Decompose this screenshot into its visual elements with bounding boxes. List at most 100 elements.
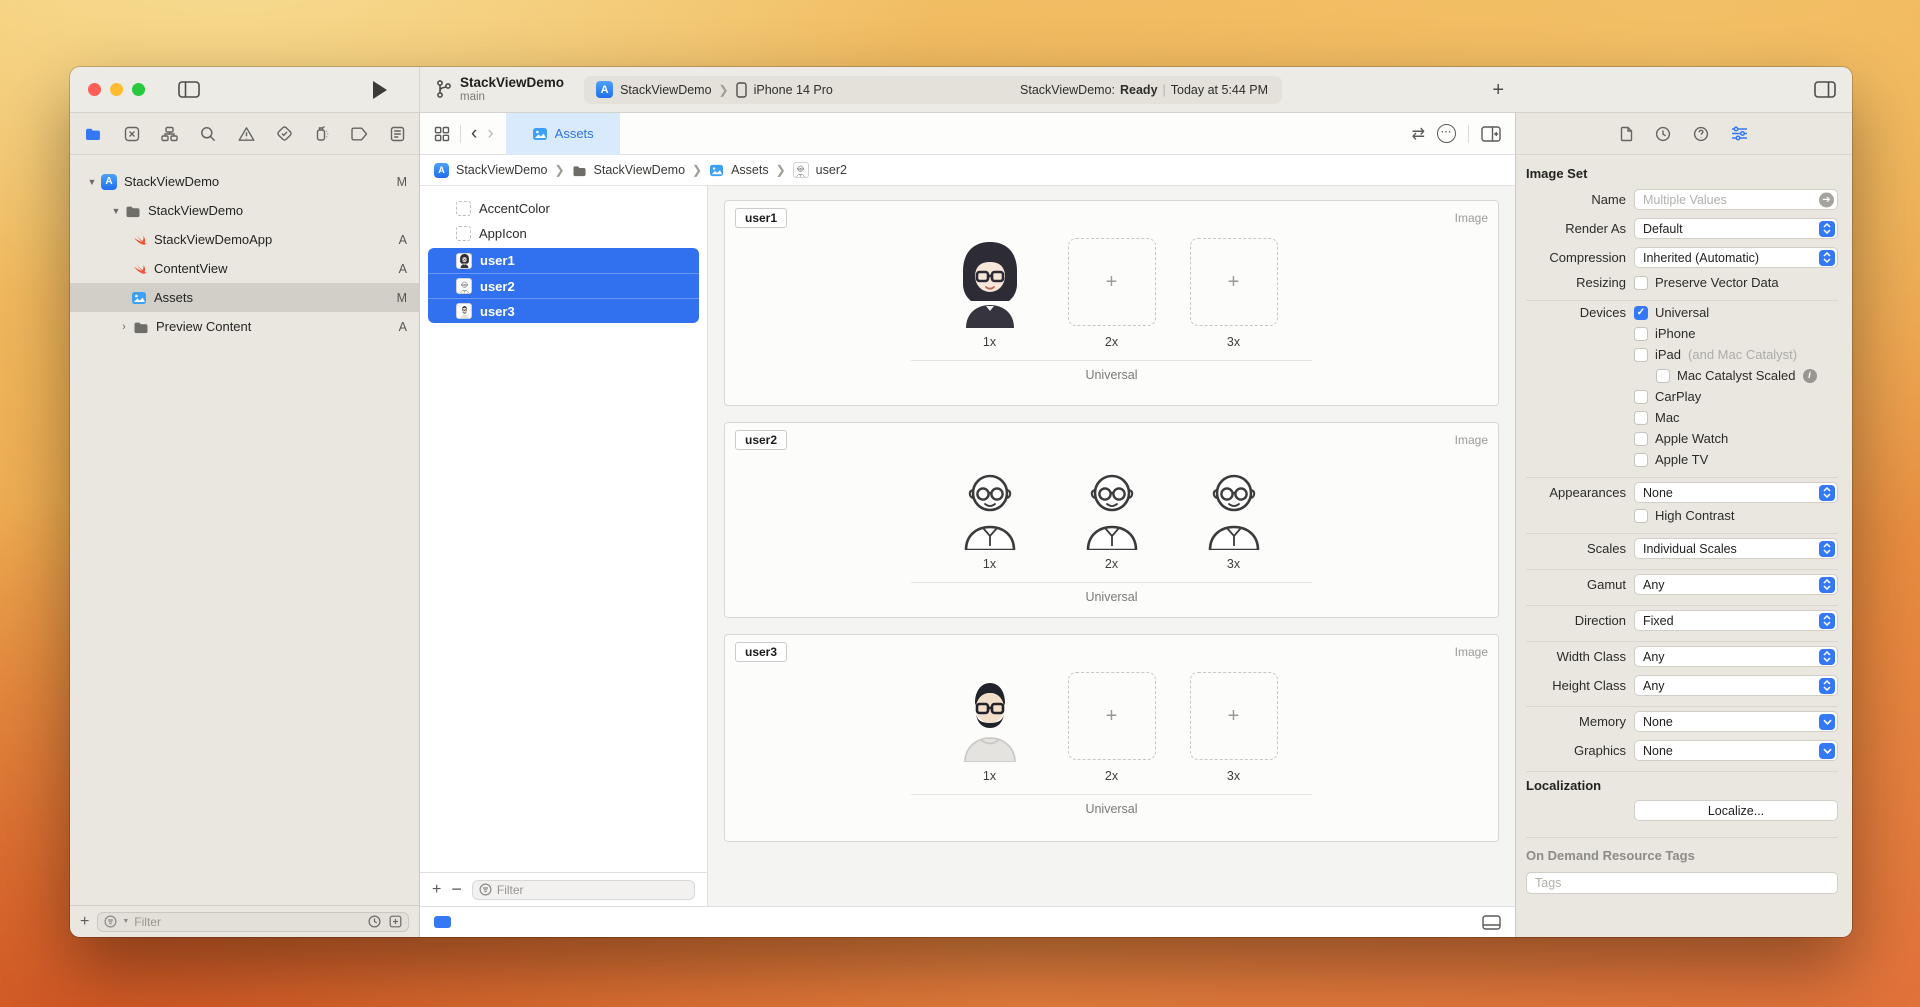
image-slot-1x[interactable] xyxy=(946,460,1034,548)
memory-popup[interactable]: None xyxy=(1634,711,1838,732)
high-contrast-checkbox[interactable] xyxy=(1634,509,1648,523)
add-asset-button[interactable]: + xyxy=(432,881,441,899)
close-window-button[interactable] xyxy=(88,83,101,96)
image-set-name[interactable]: user3 xyxy=(735,642,787,662)
recent-files-icon[interactable] xyxy=(368,915,381,928)
asset-filter-field[interactable] xyxy=(472,880,695,900)
name-input[interactable] xyxy=(1643,193,1815,207)
device-ipad-checkbox[interactable] xyxy=(1634,348,1648,362)
zoom-window-button[interactable] xyxy=(132,83,145,96)
asset-filter-input[interactable] xyxy=(497,883,688,897)
compression-popup[interactable]: Inherited (Automatic) xyxy=(1634,247,1838,268)
navigator-filter-field[interactable]: ▼ xyxy=(97,912,409,932)
source-control-status-icon[interactable] xyxy=(389,915,402,928)
scheme-device[interactable]: iPhone 14 Pro xyxy=(754,83,833,97)
device-mac-checkbox[interactable] xyxy=(1634,411,1648,425)
image-set-card-user2[interactable]: user2 Image 1x 2x 3x xyxy=(724,422,1499,618)
attributes-inspector-icon[interactable] xyxy=(1731,126,1748,141)
preserve-vector-checkbox[interactable] xyxy=(1634,276,1648,290)
go-forward-button[interactable]: › xyxy=(487,124,493,143)
breakpoint-navigator-icon[interactable] xyxy=(350,127,368,141)
device-carplay-checkbox[interactable] xyxy=(1634,390,1648,404)
symbol-navigator-icon[interactable] xyxy=(161,126,178,142)
debug-navigator-icon[interactable] xyxy=(315,125,329,142)
tree-row-folder[interactable]: ▼ StackViewDemo xyxy=(70,196,419,225)
library-add-button[interactable]: + xyxy=(1492,80,1504,100)
selected-asset-chip-icon[interactable] xyxy=(434,916,451,928)
remove-asset-button[interactable]: − xyxy=(451,879,462,900)
image-slot-3x-empty[interactable]: + xyxy=(1190,238,1278,326)
appearances-popup[interactable]: None xyxy=(1634,482,1838,503)
image-slot-2x-empty[interactable]: + xyxy=(1068,238,1156,326)
odr-tags-input[interactable] xyxy=(1535,876,1829,890)
asset-item-user2[interactable]: user2 xyxy=(428,273,699,298)
image-slot-2x[interactable] xyxy=(1068,460,1156,548)
device-apple-watch-checkbox[interactable] xyxy=(1634,432,1648,446)
activity-status[interactable]: StackViewDemo: Ready | Today at 5:44 PM xyxy=(1020,83,1282,97)
related-items-icon[interactable] xyxy=(434,126,450,142)
navigator-toggle-icon[interactable] xyxy=(178,81,200,98)
file-inspector-icon[interactable] xyxy=(1620,126,1633,142)
navigator-filter-input[interactable] xyxy=(134,915,363,929)
scheme-project-block[interactable]: StackViewDemo main xyxy=(436,75,564,104)
tab-assets[interactable]: Assets xyxy=(506,113,620,155)
gamut-popup[interactable]: Any xyxy=(1634,574,1838,595)
image-slot-3x-empty[interactable]: + xyxy=(1190,672,1278,760)
info-icon[interactable]: i xyxy=(1803,369,1817,383)
breadcrumb-item[interactable]: StackViewDemo xyxy=(594,163,685,177)
width-class-popup[interactable]: Any xyxy=(1634,646,1838,667)
help-inspector-icon[interactable] xyxy=(1693,126,1709,142)
source-control-navigator-icon[interactable] xyxy=(124,126,140,142)
disclosure-chevron-icon[interactable]: › xyxy=(116,321,132,333)
name-field[interactable]: ➔ xyxy=(1634,189,1838,210)
report-navigator-icon[interactable] xyxy=(390,126,405,142)
disclosure-chevron-icon[interactable]: ▼ xyxy=(84,177,100,187)
image-set-card-user1[interactable]: user1 Image + + 1x 2x 3x xyxy=(724,200,1499,406)
code-review-icon[interactable]: ⇄ xyxy=(1412,124,1425,144)
device-iphone-checkbox[interactable] xyxy=(1634,327,1648,341)
scales-popup[interactable]: Individual Scales xyxy=(1634,538,1838,559)
graphics-popup[interactable]: None xyxy=(1634,740,1838,761)
breadcrumb-item[interactable]: Assets xyxy=(731,163,769,177)
device-apple-tv-checkbox[interactable] xyxy=(1634,453,1648,467)
direction-popup[interactable]: Fixed xyxy=(1634,610,1838,631)
disclosure-chevron-icon[interactable]: ▼ xyxy=(108,206,124,216)
image-slot-2x-empty[interactable]: + xyxy=(1068,672,1156,760)
odr-tags-field[interactable] xyxy=(1526,872,1838,894)
tree-row-swift-file[interactable]: ContentView A xyxy=(70,254,419,283)
add-file-button[interactable]: + xyxy=(80,913,89,931)
project-navigator-icon[interactable] xyxy=(84,126,102,141)
arrow-right-icon[interactable]: ➔ xyxy=(1819,192,1834,207)
image-set-name[interactable]: user1 xyxy=(735,208,787,228)
image-set-card-user3[interactable]: user3 Image + + 1x 2x 3x xyxy=(724,634,1499,842)
run-button[interactable] xyxy=(373,81,387,99)
asset-item-user1[interactable]: user1 xyxy=(428,248,699,273)
asset-item-user3[interactable]: user3 xyxy=(428,298,699,323)
debug-area-toggle-icon[interactable] xyxy=(1482,915,1501,930)
image-slot-3x[interactable] xyxy=(1190,460,1278,548)
tree-row-project[interactable]: ▼ A StackViewDemo M xyxy=(70,167,419,196)
inspector-toggle-icon[interactable] xyxy=(1814,81,1836,98)
tree-row-assets[interactable]: Assets M xyxy=(70,283,419,312)
tree-row-swift-file[interactable]: StackViewDemoApp A xyxy=(70,225,419,254)
image-slot-1x[interactable] xyxy=(946,238,1034,326)
image-slot-1x[interactable] xyxy=(946,672,1034,760)
tree-row-preview-content[interactable]: › Preview Content A xyxy=(70,312,419,341)
render-as-popup[interactable]: Default xyxy=(1634,218,1838,239)
history-inspector-icon[interactable] xyxy=(1655,126,1671,142)
add-editor-icon[interactable] xyxy=(1481,126,1501,142)
issue-navigator-icon[interactable] xyxy=(238,126,255,142)
breadcrumb-item[interactable]: user2 xyxy=(816,163,847,177)
device-universal-checkbox[interactable]: ✓ xyxy=(1634,306,1648,320)
breadcrumb-item[interactable]: StackViewDemo xyxy=(456,163,547,177)
asset-item-appicon[interactable]: AppIcon xyxy=(420,221,707,246)
minimize-window-button[interactable] xyxy=(110,83,123,96)
image-set-name[interactable]: user2 xyxy=(735,430,787,450)
device-mac-catalyst-scaled-checkbox[interactable] xyxy=(1656,369,1670,383)
editor-options-icon[interactable]: ⋯ xyxy=(1437,124,1456,143)
scheme-selector[interactable]: A StackViewDemo ❯ iPhone 14 Pro xyxy=(584,81,845,98)
go-back-button[interactable]: ‹ xyxy=(471,124,477,143)
height-class-popup[interactable]: Any xyxy=(1634,675,1838,696)
test-navigator-icon[interactable] xyxy=(276,125,293,142)
asset-item-accentcolor[interactable]: AccentColor xyxy=(420,196,707,221)
